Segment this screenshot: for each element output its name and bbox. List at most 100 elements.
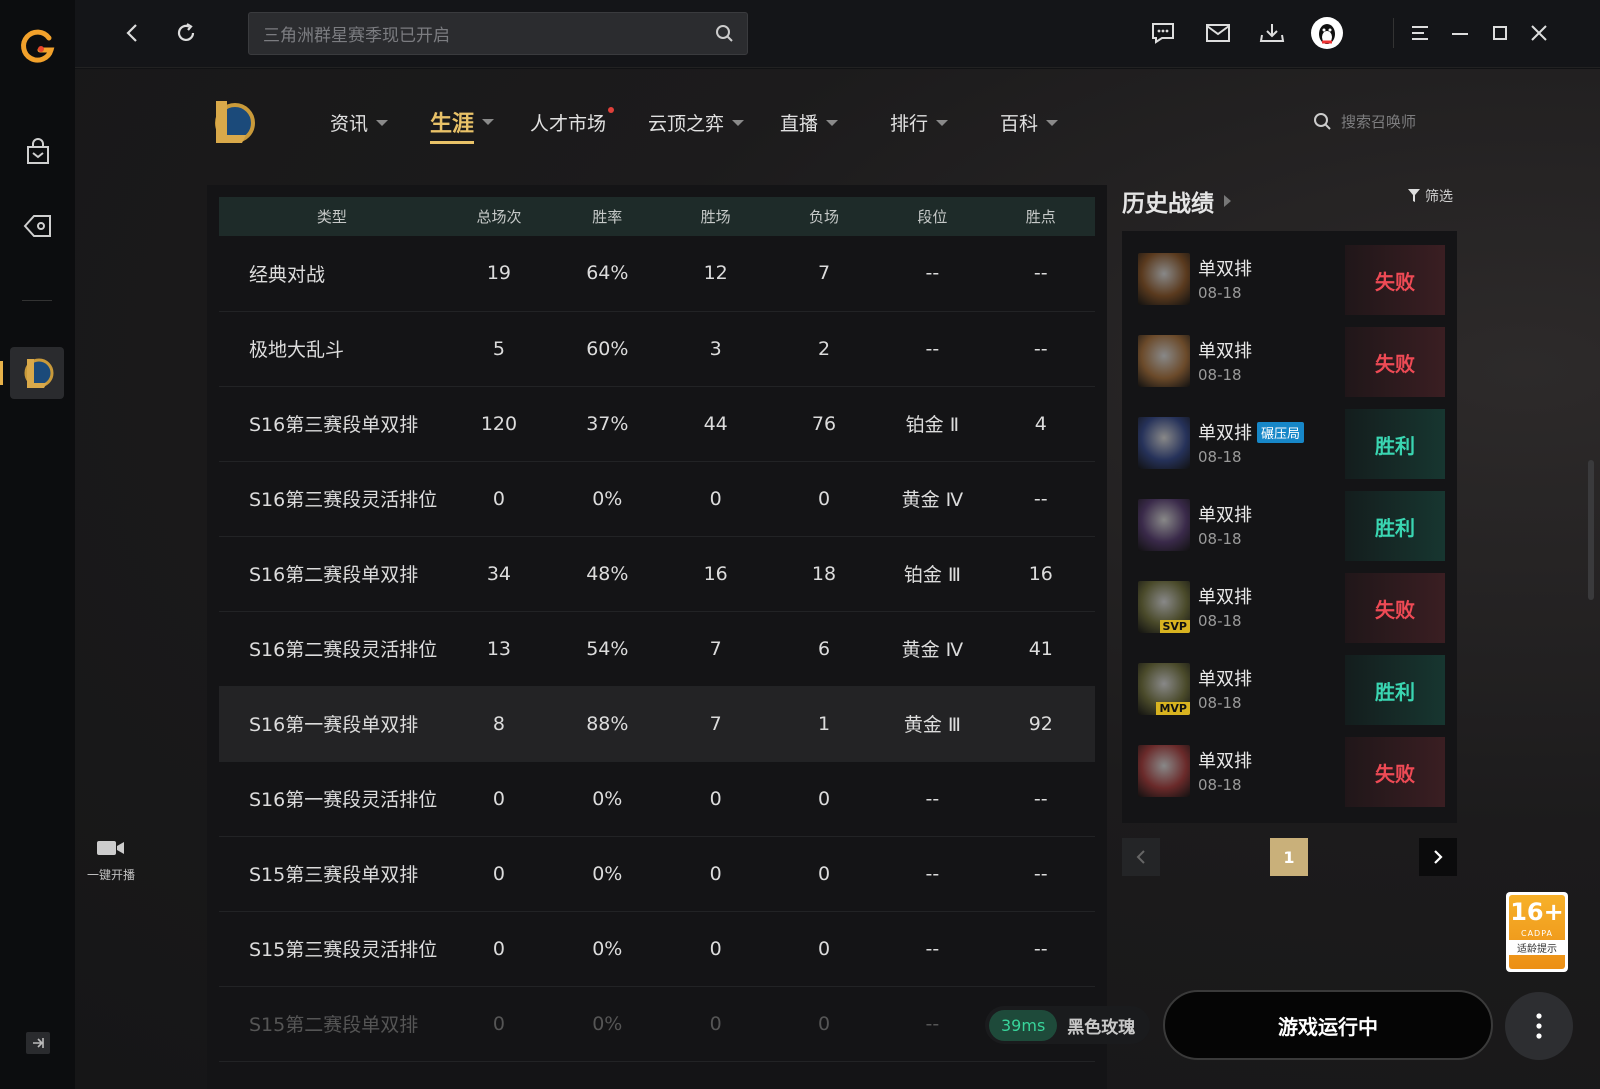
cell-rank: 铂金 Ⅲ bbox=[878, 536, 987, 612]
nav-item-talent-market[interactable]: 人才市场 bbox=[530, 107, 615, 136]
stats-row[interactable]: S16第一赛段单双排 8 88% 7 1 黄金 Ⅲ 92 bbox=[219, 686, 1095, 762]
server-name: 黑色玫瑰 bbox=[1067, 1017, 1136, 1038]
store-bag-icon[interactable] bbox=[20, 134, 56, 170]
nav-item-news[interactable]: 资讯 bbox=[330, 109, 389, 136]
nav-item-career[interactable]: 生涯 bbox=[430, 106, 495, 144]
match-item[interactable]: SVP 单双排 08-18 失败 bbox=[1122, 571, 1457, 653]
lol-game-tile[interactable] bbox=[0, 347, 64, 399]
stats-row[interactable]: S16第二赛段单双排 34 48% 16 18 铂金 Ⅲ 16 bbox=[219, 536, 1095, 612]
filter-icon bbox=[1408, 189, 1420, 202]
match-item[interactable]: 单双排 08-18 胜利 bbox=[1122, 489, 1457, 571]
history-title[interactable]: 历史战绩 bbox=[1122, 184, 1231, 218]
chevron-right-icon bbox=[1434, 850, 1443, 864]
match-date: 08-18 bbox=[1198, 530, 1242, 548]
qq-avatar[interactable] bbox=[1308, 14, 1346, 52]
header-winrate: 胜率 bbox=[553, 197, 662, 236]
stats-row[interactable]: 极地大乱斗 5 60% 3 2 -- -- bbox=[219, 311, 1095, 387]
cell-lp: -- bbox=[986, 461, 1095, 537]
match-item[interactable]: 单双排 08-18 失败 bbox=[1122, 325, 1457, 407]
cell-wins: 16 bbox=[661, 536, 770, 612]
one-click-live-button[interactable]: 一键开播 bbox=[86, 838, 136, 883]
server-status[interactable]: 39ms 黑色玫瑰 bbox=[985, 1006, 1150, 1044]
refresh-button[interactable] bbox=[171, 18, 201, 48]
stats-row[interactable]: S16第一赛段灵活排位 0 0% 0 0 -- -- bbox=[219, 761, 1095, 837]
app-logo-icon[interactable] bbox=[18, 26, 58, 66]
more-options-button[interactable] bbox=[1505, 992, 1573, 1060]
match-date: 08-18 bbox=[1198, 284, 1242, 302]
caret-down-icon bbox=[936, 119, 949, 126]
page-number-button[interactable]: 1 bbox=[1270, 838, 1308, 876]
match-mode: 单双排 bbox=[1198, 337, 1252, 363]
stats-row[interactable]: S15第二赛段单双排00%00---- bbox=[219, 986, 1095, 1062]
page-scrollbar[interactable] bbox=[1588, 460, 1594, 600]
game-running-button[interactable]: 游戏运行中 bbox=[1163, 990, 1493, 1060]
nav-item-tft[interactable]: 云顶之弈 bbox=[648, 109, 745, 136]
cell-winrate: 0% bbox=[553, 911, 662, 987]
match-date: 08-18 bbox=[1198, 694, 1242, 712]
cell-losses: 18 bbox=[769, 536, 879, 612]
back-button[interactable] bbox=[117, 18, 147, 48]
cell-losses: 0 bbox=[769, 986, 879, 1062]
video-camera-icon bbox=[97, 841, 124, 855]
match-item[interactable]: 单双排 08-18 失败 bbox=[1122, 735, 1457, 817]
match-item[interactable]: 单双排 08-18 失败 bbox=[1122, 243, 1457, 325]
cell-lp: -- bbox=[986, 911, 1095, 987]
cell-lp: -- bbox=[986, 761, 1095, 837]
cell-lp: 92 bbox=[986, 686, 1095, 762]
match-date: 08-18 bbox=[1198, 776, 1242, 794]
search-icon[interactable] bbox=[715, 24, 735, 44]
download-icon[interactable] bbox=[1257, 18, 1287, 48]
prev-page-button[interactable] bbox=[1122, 838, 1160, 876]
stats-row[interactable]: S16第三赛段单双排 120 37% 44 76 铂金 Ⅱ4 bbox=[219, 386, 1095, 462]
maximize-icon[interactable] bbox=[1485, 18, 1515, 48]
match-item[interactable]: 单双排 碾压局 08-18 胜利 bbox=[1122, 407, 1457, 489]
stats-row[interactable]: S16第三赛段灵活排位 0 0% 0 0 黄金 Ⅳ -- bbox=[219, 461, 1095, 537]
cell-losses: 0 bbox=[769, 761, 879, 837]
summoner-search-input[interactable]: 搜索召唤师 bbox=[1313, 111, 1416, 132]
lol-logo-icon[interactable] bbox=[208, 93, 258, 147]
champion-avatar: MVP bbox=[1138, 663, 1190, 715]
match-item[interactable]: MVP 单双排 08-18 胜利 bbox=[1122, 653, 1457, 735]
nav-item-ranking[interactable]: 排行 bbox=[890, 109, 949, 136]
more-vertical-icon bbox=[1536, 1013, 1542, 1039]
stats-row[interactable]: S15第三赛段单双排 0 0% 0 0 -- -- bbox=[219, 836, 1095, 912]
cell-type: S16第二赛段单双排 bbox=[219, 536, 445, 612]
collapse-rail-button[interactable] bbox=[26, 1032, 50, 1054]
chat-icon[interactable] bbox=[1148, 18, 1178, 48]
cell-rank: -- bbox=[878, 836, 987, 912]
match-mode-label: 单双排 bbox=[1198, 587, 1252, 608]
cell-winrate: 64% bbox=[553, 236, 662, 312]
match-mode-label: 单双排 bbox=[1198, 669, 1252, 690]
stats-table: 类型 总场次 胜率 胜场 负场 段位 胜点 经典对战 19 64% 12 7 -- -- 极地… bbox=[219, 197, 1095, 1062]
cell-losses: 7 bbox=[769, 236, 879, 312]
cell-type: 极地大乱斗 bbox=[219, 311, 445, 387]
cell-wins: 0 bbox=[661, 836, 770, 912]
cell-losses: 0 bbox=[769, 461, 879, 537]
next-page-button[interactable] bbox=[1419, 838, 1457, 876]
nav-item-wiki[interactable]: 百科 bbox=[1000, 109, 1059, 136]
cell-lp: -- bbox=[986, 236, 1095, 312]
champion-avatar bbox=[1138, 253, 1190, 305]
match-result: 失败 bbox=[1345, 245, 1445, 315]
cell-wins: 7 bbox=[661, 686, 770, 762]
stats-row[interactable]: S16第二赛段灵活排位 13 54% 7 6 黄金 Ⅳ 41 bbox=[219, 611, 1095, 687]
cell-losses: 6 bbox=[769, 611, 879, 687]
cell-lp: 4 bbox=[986, 386, 1095, 462]
qq-penguin-icon bbox=[1311, 17, 1343, 49]
stats-row[interactable]: 经典对战 19 64% 12 7 -- -- bbox=[219, 236, 1095, 312]
filter-button[interactable]: 筛选 bbox=[1408, 186, 1453, 206]
ping-value: 39ms bbox=[989, 1009, 1058, 1041]
stats-row[interactable]: S15第三赛段灵活排位 0 0% 0 0 -- -- bbox=[219, 911, 1095, 987]
close-icon[interactable] bbox=[1524, 18, 1554, 48]
search-input[interactable]: 三角洲群星赛季现已开启 bbox=[248, 12, 748, 55]
match-date: 08-18 bbox=[1198, 448, 1242, 466]
minimize-icon[interactable] bbox=[1445, 18, 1475, 48]
mail-icon[interactable] bbox=[1203, 18, 1233, 48]
game-nav: 资讯 生涯 人才市场 云顶之弈 直播 排行 百科 搜索召唤师 bbox=[75, 85, 1600, 160]
menu-icon[interactable] bbox=[1405, 18, 1435, 48]
game-tag-icon[interactable] bbox=[20, 208, 56, 244]
age-rating-badge[interactable]: 16+ CADPA 适龄提示 bbox=[1506, 892, 1568, 972]
cell-total: 0 bbox=[444, 911, 554, 987]
nav-item-live[interactable]: 直播 bbox=[780, 109, 839, 136]
cell-rank: 黄金 Ⅲ bbox=[878, 686, 987, 762]
